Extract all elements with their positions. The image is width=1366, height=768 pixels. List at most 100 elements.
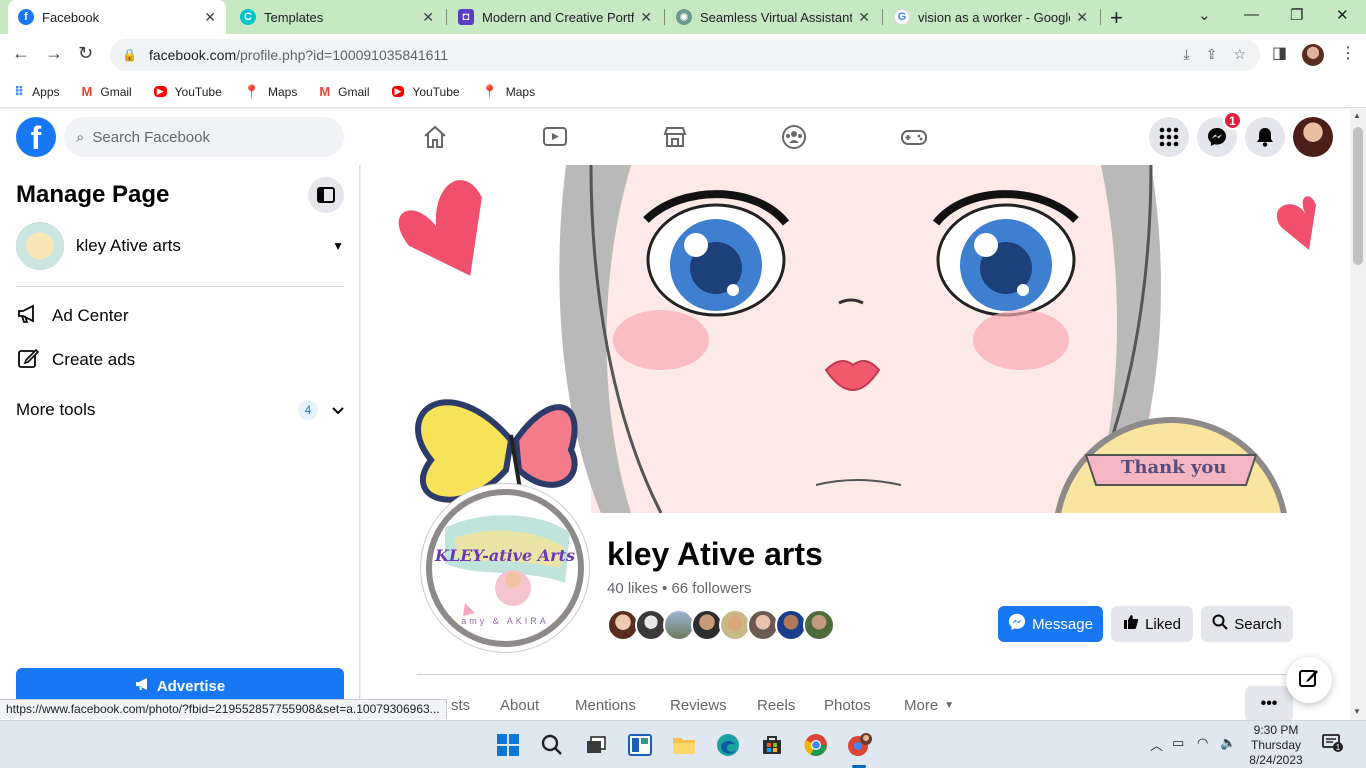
tab-facebook[interactable]: f Facebook ✕ [8,0,226,34]
bookmark-maps[interactable]: 📍 Maps [244,84,298,100]
clock-day: Thursday [1250,738,1302,752]
tab-more[interactable]: More ▼ [904,697,954,714]
minimize-icon[interactable]: — [1244,6,1259,23]
bookmark-youtube[interactable]: ▶ YouTube [391,85,460,99]
taskbar-search-icon[interactable] [538,731,566,759]
task-view-icon[interactable] [582,731,610,759]
restore-icon[interactable]: ❐ [1290,6,1303,24]
page-scrollbar[interactable]: ▲ ▼ [1350,109,1366,720]
install-app-icon[interactable]: ⤓ [1184,46,1190,63]
cover-photo[interactable]: Thank you [361,165,1350,513]
search-page-button[interactable]: Search [1201,606,1293,642]
widgets-icon[interactable] [626,731,654,759]
facebook-search-input[interactable] [92,128,313,146]
chrome-profile-icon[interactable] [846,731,874,759]
profile-more-options-button[interactable]: ••• [1245,686,1293,722]
marketplace-nav-icon[interactable] [655,121,695,153]
gaming-nav-icon[interactable] [894,121,934,153]
kebab-menu-icon[interactable]: ⋮ [1340,43,1356,63]
groups-nav-icon[interactable] [774,121,814,153]
more-tools-toggle[interactable]: More tools 4 [16,390,344,430]
message-button-label: Message [1032,615,1093,633]
liked-button-label: Liked [1145,615,1181,633]
share-icon[interactable]: ⇪ [1206,46,1218,63]
page-switcher[interactable]: kley Ative arts ▼ [16,222,344,270]
message-button[interactable]: Message [998,606,1103,642]
google-favicon-icon: G [894,9,910,25]
scroll-down-arrow-icon[interactable]: ▼ [1353,707,1361,716]
chrome-icon[interactable] [802,731,830,759]
apps-grid-icon: ⠿ [14,83,25,99]
tab-posts[interactable]: sts [451,697,470,714]
video-nav-icon[interactable] [535,121,575,153]
lock-icon[interactable]: 🔒 [122,48,137,62]
close-tab-icon[interactable]: ✕ [640,9,652,26]
avatar[interactable] [803,609,835,641]
bookmark-youtube[interactable]: ▶ YouTube [153,85,222,99]
chevron-down-icon[interactable] [332,400,344,420]
close-tab-icon[interactable]: ✕ [858,9,870,26]
bookmark-star-icon[interactable]: ☆ [1233,46,1246,63]
tab-templates[interactable]: C Templates ✕ [230,0,444,34]
profile-picture-subtext: amy & AKIRA [461,616,549,626]
show-hidden-icons-chevron-icon[interactable]: ︿ [1150,735,1163,754]
tab-photos[interactable]: Photos [824,697,871,714]
notifications-bell-icon[interactable] [1245,117,1285,157]
thumbs-up-icon [1123,614,1139,634]
home-nav-icon[interactable] [415,121,455,153]
collapse-sidebar-icon[interactable] [308,177,344,213]
browser-tab-strip: f Facebook ✕ C Templates ✕ ◘ Modern and … [0,0,1366,34]
scroll-up-arrow-icon[interactable]: ▲ [1353,111,1361,120]
tab-reviews[interactable]: Reviews [670,697,727,714]
tab-search-chevron-icon[interactable]: ⌄ [1198,6,1211,24]
wifi-icon[interactable]: ◠ [1197,735,1208,751]
facebook-logo-icon[interactable]: f [16,117,56,157]
tab-separator [882,9,883,25]
sidebar-item-ad-center[interactable]: Ad Center [16,296,344,336]
battery-icon[interactable]: ▭ [1172,735,1184,751]
tab-portfolio[interactable]: ◘ Modern and Creative Portfoli ✕ [448,0,662,34]
liked-button[interactable]: Liked [1111,606,1193,642]
tab-reels[interactable]: Reels [757,697,795,714]
tab-mentions[interactable]: Mentions [575,697,636,714]
youtube-icon: ▶ [391,86,405,97]
file-explorer-icon[interactable] [670,731,698,759]
tab-about[interactable]: About [500,697,539,714]
bookmark-gmail[interactable]: M Gmail [319,84,369,99]
manage-page-sidebar: Manage Page kley Ative arts ▼ Ad Center … [0,165,360,720]
caret-down-icon[interactable]: ▼ [332,239,344,253]
follower-avatars[interactable] [607,609,835,641]
close-tab-icon[interactable]: ✕ [204,9,216,26]
page-stats[interactable]: 40 likes • 66 followers [607,580,752,597]
tab-virtual-assistant[interactable]: ✺ Seamless Virtual Assistant Vi ✕ [666,0,880,34]
taskbar-clock[interactable]: 9:30 PM Thursday 8/24/2023 [1244,723,1308,768]
notification-center-icon[interactable]: 1 [1322,733,1344,758]
volume-icon[interactable]: 🔈 [1220,735,1236,751]
bookmark-gmail[interactable]: M Gmail [82,84,132,99]
youtube-icon: ▶ [153,86,167,97]
bookmark-apps[interactable]: ⠿ Apps [14,84,60,100]
profile-picture[interactable]: KLEY-ative Arts amy & AKIRA [421,484,589,652]
microsoft-store-icon[interactable] [758,731,786,759]
new-message-compose-button[interactable] [1286,657,1332,703]
browser-toolbar: ← → ↻ 🔒 facebook.com/profile.php?id=1000… [0,34,1366,76]
bookmark-maps[interactable]: 📍 Maps [482,84,536,100]
account-avatar[interactable] [1293,117,1333,157]
reload-icon[interactable]: ↻ [78,43,93,64]
windows-start-icon[interactable] [494,731,522,759]
new-tab-icon[interactable]: + [1110,5,1123,31]
menu-grid-icon[interactable] [1149,117,1189,157]
chrome-profile-avatar[interactable] [1302,44,1324,66]
forward-arrow-icon[interactable]: → [45,43,63,64]
scrollbar-thumb[interactable] [1353,127,1363,265]
tab-google-search[interactable]: G vision as a worker - Google S ✕ [884,0,1098,34]
close-tab-icon[interactable]: ✕ [422,9,434,26]
side-panel-icon[interactable]: ◨ [1272,43,1287,63]
facebook-search-box[interactable]: ⌕ [64,117,344,157]
address-bar[interactable]: 🔒 facebook.com/profile.php?id=1000910358… [110,39,1260,71]
close-tab-icon[interactable]: ✕ [1076,9,1088,26]
edge-browser-icon[interactable] [714,731,742,759]
close-window-icon[interactable]: ✕ [1336,6,1349,24]
sidebar-item-create-ads[interactable]: Create ads [16,340,344,380]
back-arrow-icon[interactable]: ← [12,43,30,64]
